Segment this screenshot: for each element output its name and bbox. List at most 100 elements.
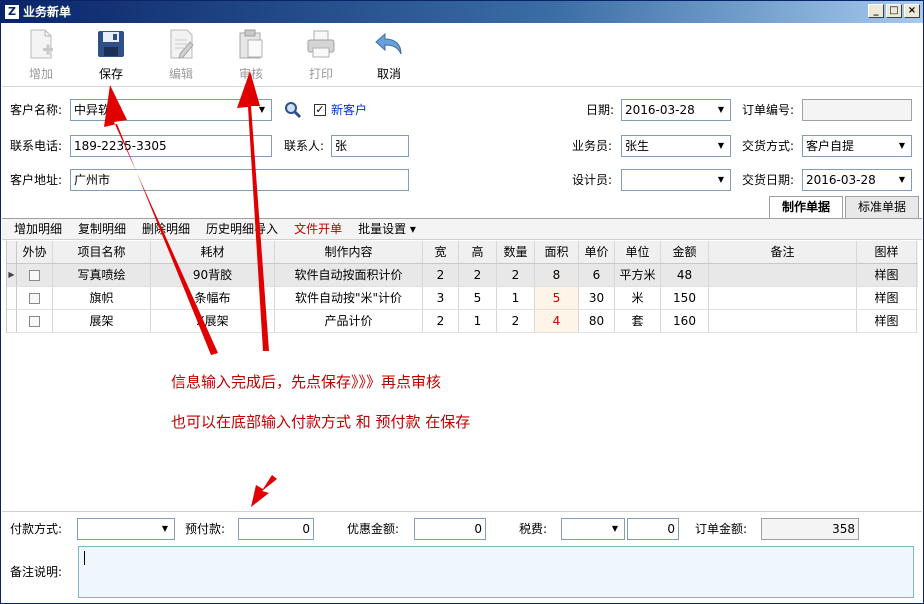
memo-label: 备注说明: (10, 565, 63, 579)
delivery-method-combo[interactable]: 客户自提 ▼ (802, 135, 912, 157)
print-button[interactable]: 打印 (292, 27, 350, 83)
col-header[interactable]: 宽 (423, 241, 459, 263)
delete-detail-button[interactable]: 删除明细 (142, 219, 190, 239)
address-field[interactable]: 广州市 (70, 169, 409, 191)
order-no-field (802, 99, 912, 121)
col-header[interactable]: 金额 (661, 241, 709, 263)
col-header[interactable]: 制作内容 (275, 241, 423, 263)
col-header[interactable]: 单位 (615, 241, 661, 263)
main-window: Z 业务新单 _ □ × 增加 保存 编辑 审核 打印 取消 客户名称: 中异软… (0, 0, 924, 604)
col-header[interactable]: 数量 (497, 241, 535, 263)
payment-section: 付款方式: ▼ 预付款: 0 优惠金额: 0 税费: ▼ 0 订单金额: 358… (2, 511, 922, 603)
phone-field[interactable]: 189-2235-3305 (70, 135, 272, 157)
tax-field[interactable]: 0 (627, 518, 679, 540)
review-button[interactable]: 审核 (222, 27, 280, 83)
prepayment-field[interactable]: 0 (238, 518, 314, 540)
sample-image-link[interactable]: 样图 (857, 310, 917, 332)
col-header[interactable]: 项目名称 (53, 241, 151, 263)
delivery-method-label: 交货方式: (742, 139, 795, 153)
window-title: 业务新单 (23, 5, 72, 19)
chevron-down-icon[interactable]: ▼ (894, 171, 910, 189)
chevron-down-icon[interactable]: ▼ (607, 520, 623, 538)
order-no-label: 订单编号: (742, 103, 795, 117)
tax-type-combo[interactable]: ▼ (561, 518, 625, 540)
customer-name-label: 客户名称: (10, 103, 63, 117)
designer-label: 设计员: (572, 173, 613, 187)
file-order-button[interactable]: 文件开单 (294, 219, 342, 239)
discount-field[interactable]: 0 (414, 518, 486, 540)
add-detail-button[interactable]: 增加明细 (14, 219, 62, 239)
annotation-save-then-review: 信息输入完成后，先点保存》》》再点审核 (171, 373, 442, 391)
payment-method-label: 付款方式: (10, 522, 63, 536)
save-button[interactable]: 保存 (82, 27, 140, 83)
col-header[interactable]: 耗材 (151, 241, 275, 263)
edit-document-icon (164, 27, 198, 61)
new-customer-label[interactable]: 新客户 (331, 100, 367, 120)
date-label: 日期: (586, 103, 615, 117)
tab-standard-order[interactable]: 标准单据 (844, 196, 919, 218)
col-header[interactable]: 外协 (17, 241, 53, 263)
chevron-down-icon[interactable]: ▼ (713, 137, 729, 155)
printer-icon (304, 27, 338, 61)
floppy-disk-icon (94, 27, 128, 61)
outsource-checkbox[interactable] (29, 270, 40, 281)
chevron-down-icon[interactable]: ▼ (254, 101, 270, 119)
add-button[interactable]: 增加 (12, 27, 70, 83)
minimize-button[interactable]: _ (868, 4, 884, 18)
edit-button[interactable]: 编辑 (152, 27, 210, 83)
table-row[interactable]: 旗帜 条幅布 软件自动按"米"计价 3 5 1 5 30 米 150 样图 (7, 287, 918, 310)
detail-grid: 外协 项目名称 耗材 制作内容 宽 高 数量 面积 单价 单位 金额 备注 图样… (6, 241, 918, 333)
col-header[interactable]: 图样 (857, 241, 917, 263)
row-indicator-icon: ▶ (7, 264, 17, 286)
col-header[interactable]: 面积 (535, 241, 579, 263)
new-document-icon (24, 27, 58, 61)
annotation-payment-hint: 也可以在底部输入付款方式 和 预付款 在保存 (171, 413, 471, 431)
discount-label: 优惠金额: (347, 522, 400, 536)
tax-label: 税费: (519, 522, 548, 536)
chevron-down-icon[interactable]: ▼ (713, 171, 729, 189)
text-caret (84, 551, 85, 565)
col-header[interactable]: 单价 (579, 241, 615, 263)
title-bar: Z 业务新单 _ □ × (1, 1, 923, 23)
address-label: 客户地址: (10, 173, 63, 187)
date-picker[interactable]: 2016-03-28 ▼ (621, 99, 731, 121)
phone-label: 联系电话: (10, 139, 63, 153)
sample-image-link[interactable]: 样图 (857, 264, 917, 286)
batch-settings-menu[interactable]: 批量设置 ▾ (358, 219, 416, 239)
col-header[interactable]: 高 (459, 241, 497, 263)
delivery-date-picker[interactable]: 2016-03-28 ▼ (802, 169, 912, 191)
col-header[interactable]: 备注 (709, 241, 857, 263)
contact-field[interactable]: 张 (331, 135, 409, 157)
table-row[interactable]: ▶ 写真喷绘 90背胶 软件自动按面积计价 2 2 2 8 6 平方米 48 样… (7, 264, 918, 287)
memo-textarea[interactable] (78, 546, 914, 598)
maximize-button[interactable]: □ (886, 4, 902, 18)
prepayment-label: 预付款: (185, 522, 226, 536)
clipboard-icon (234, 27, 268, 61)
red-arrow-to-prepayment (251, 475, 277, 507)
search-icon[interactable] (284, 101, 302, 122)
tab-production-order[interactable]: 制作单据 (768, 196, 843, 219)
contact-label: 联系人: (284, 139, 325, 153)
close-button[interactable]: × (904, 4, 920, 18)
outsource-checkbox[interactable] (29, 293, 40, 304)
salesman-combo[interactable]: 张生 ▼ (621, 135, 731, 157)
tab-strip: 制作单据 标准单据 (768, 196, 919, 219)
salesman-label: 业务员: (572, 139, 613, 153)
detail-toolbar: 增加明细 复制明细 删除明细 历史明细导入 文件开单 批量设置 ▾ (2, 218, 922, 240)
order-amount-label: 订单金额: (695, 522, 748, 536)
chevron-down-icon[interactable]: ▼ (713, 101, 729, 119)
sample-image-link[interactable]: 样图 (857, 287, 917, 309)
app-icon: Z (4, 4, 20, 20)
chevron-down-icon[interactable]: ▼ (894, 137, 910, 155)
outsource-checkbox[interactable] (29, 316, 40, 327)
copy-detail-button[interactable]: 复制明细 (78, 219, 126, 239)
chevron-down-icon[interactable]: ▼ (157, 520, 173, 538)
toolbar: 增加 保存 编辑 审核 打印 取消 (2, 23, 922, 87)
new-customer-checkbox[interactable]: ✓ (314, 104, 326, 116)
designer-combo[interactable]: ▼ (621, 169, 731, 191)
import-history-button[interactable]: 历史明细导入 (206, 219, 278, 239)
customer-name-combo[interactable]: 中异软件 ▼ (70, 99, 272, 121)
table-row[interactable]: 展架 X展架 产品计价 2 1 2 4 80 套 160 样图 (7, 310, 918, 333)
cancel-button[interactable]: 取消 (360, 27, 418, 83)
payment-method-combo[interactable]: ▼ (77, 518, 175, 540)
